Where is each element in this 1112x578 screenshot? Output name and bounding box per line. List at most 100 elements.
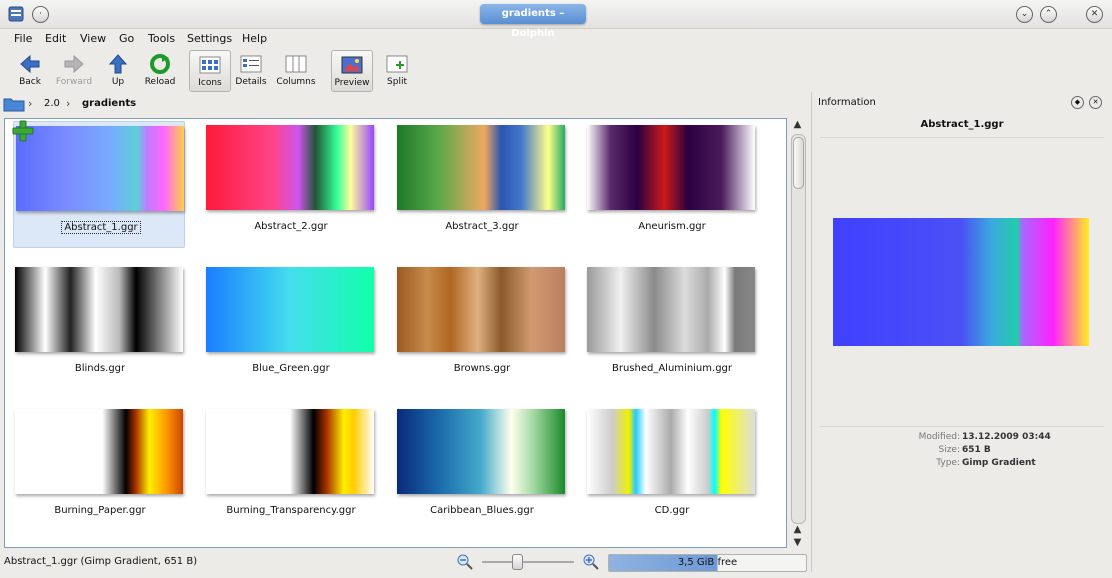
preview-toggle-button[interactable]: Preview	[331, 50, 373, 92]
reload-button[interactable]: Reload	[140, 50, 180, 90]
meta-type-label: Type:	[936, 458, 960, 468]
close-button[interactable]: ✕	[1086, 6, 1103, 23]
gradient-thumbnail	[206, 409, 374, 494]
file-preview	[833, 218, 1089, 346]
file-item[interactable]: Browns.ggr	[395, 263, 565, 388]
file-name: Blue_Green.ggr	[252, 363, 330, 374]
menu-view[interactable]: View	[80, 32, 106, 45]
free-space-bar[interactable]: 3,5 GiB free	[608, 554, 807, 572]
file-item[interactable]: Abstract_2.ggr	[204, 121, 374, 246]
app-menu-icon[interactable]	[8, 6, 24, 22]
file-item[interactable]: Brushed_Aluminium.ggr	[585, 263, 755, 388]
file-name: CD.ggr	[654, 505, 690, 516]
breadcrumb-parent[interactable]: 2.0	[44, 98, 60, 109]
breadcrumb-current[interactable]: gradients	[82, 98, 136, 109]
file-name: Caribbean_Blues.ggr	[430, 505, 534, 516]
file-name: Browns.ggr	[453, 363, 511, 374]
minimize-button[interactable]: ⌄	[1016, 6, 1033, 23]
status-text: Abstract_1.ggr (Gimp Gradient, 651 B)	[4, 556, 198, 567]
file-item[interactable]: Abstract_3.ggr	[395, 121, 565, 246]
columns-view-icon	[285, 55, 307, 73]
columns-view-button[interactable]: Columns	[276, 50, 316, 90]
forward-button[interactable]: Forward	[54, 50, 94, 90]
scroll-thumb[interactable]	[793, 137, 804, 189]
window-title: gradients – Dolphin	[480, 4, 586, 39]
preview-icon	[341, 56, 363, 74]
file-item[interactable]: Blinds.ggr	[13, 263, 183, 388]
panel-close-icon[interactable]: ✕	[1089, 96, 1102, 109]
gradient-thumbnail	[15, 409, 183, 494]
sticky-icon[interactable]: ·	[32, 6, 49, 23]
gradient-thumbnail	[16, 126, 184, 211]
scroll-down-icon[interactable]: ▼	[791, 536, 804, 549]
panel-divider	[820, 426, 1104, 427]
gradient-thumbnail	[15, 267, 183, 352]
main-toolbar: Back Forward Up Reload Icons Details Col…	[0, 48, 1112, 92]
status-bar: Abstract_1.ggr (Gimp Gradient, 651 B) 3,…	[0, 550, 808, 574]
menu-edit[interactable]: Edit	[45, 32, 66, 45]
scroll-track[interactable]	[791, 134, 806, 524]
gradient-thumbnail	[587, 409, 755, 494]
panel-float-icon[interactable]: ◆	[1071, 96, 1084, 109]
menu-settings[interactable]: Settings	[187, 32, 232, 45]
breadcrumb-separator-icon: ›	[66, 97, 71, 110]
zoom-out-icon[interactable]	[457, 554, 473, 570]
file-name: Abstract_1.ggr	[14, 221, 188, 234]
gradient-thumbnail	[397, 409, 565, 494]
scroll-up-icon[interactable]: ▲	[791, 523, 804, 536]
gradient-thumbnail	[587, 125, 755, 210]
meta-size-value: 651 B	[962, 445, 991, 455]
menu-file[interactable]: File	[14, 32, 32, 45]
details-view-button[interactable]: Details	[231, 50, 271, 90]
gradient-thumbnail	[587, 267, 755, 352]
file-item[interactable]: Caribbean_Blues.ggr	[395, 405, 565, 530]
panel-divider	[820, 137, 1104, 138]
gradient-thumbnail	[397, 267, 565, 352]
details-view-icon	[240, 55, 262, 73]
file-name: Burning_Transparency.ggr	[226, 505, 356, 516]
file-name: Blinds.ggr	[74, 363, 126, 374]
menu-tools[interactable]: Tools	[148, 32, 175, 45]
selected-file-name: Abstract_1.ggr	[920, 119, 1004, 130]
scroll-up-icon[interactable]: ▲	[791, 118, 804, 131]
vertical-scrollbar[interactable]: ▲ ▲ ▼	[789, 118, 806, 548]
up-button[interactable]: Up	[98, 50, 138, 90]
information-panel: Information ◆ ✕ Abstract_1.ggr Modified:…	[811, 92, 1112, 572]
forward-arrow-icon	[64, 54, 84, 74]
file-item[interactable]: Blue_Green.ggr	[204, 263, 374, 388]
zoom-slider-handle[interactable]	[512, 554, 523, 570]
file-item[interactable]: Abstract_1.ggr	[12, 120, 188, 248]
meta-modified-value: 13.12.2009 03:44	[962, 432, 1051, 442]
icons-view-icon	[199, 56, 221, 74]
breadcrumb: › 2.0 › gradients	[0, 94, 808, 114]
file-item[interactable]: Burning_Transparency.ggr	[204, 405, 374, 530]
back-button[interactable]: Back	[10, 50, 50, 90]
file-name: Aneurism.ggr	[638, 221, 706, 232]
file-item[interactable]: CD.ggr	[585, 405, 755, 530]
menu-go[interactable]: Go	[119, 32, 134, 45]
file-name: Abstract_3.ggr	[445, 221, 519, 232]
select-plus-icon[interactable]	[12, 120, 34, 142]
free-space-label: 3,5 GiB free	[677, 557, 738, 568]
panel-title: Information	[818, 97, 876, 108]
split-view-button[interactable]: Split	[377, 50, 417, 90]
zoom-slider-track[interactable]	[482, 561, 574, 563]
file-item[interactable]: Aneurism.ggr	[585, 121, 755, 246]
meta-type-value: Gimp Gradient	[962, 458, 1036, 468]
file-metadata: Modified: 13.12.2009 03:44 Size: 651 B T…	[812, 432, 1112, 492]
file-name: Brushed_Aluminium.ggr	[611, 363, 732, 374]
gradient-thumbnail	[397, 125, 565, 210]
zoom-in-icon[interactable]	[583, 554, 599, 570]
file-name: Abstract_2.ggr	[254, 221, 328, 232]
folder-icon[interactable]	[3, 96, 25, 112]
gradient-thumbnail	[206, 267, 374, 352]
icons-view-button[interactable]: Icons	[189, 50, 231, 92]
back-arrow-icon	[20, 54, 40, 74]
file-item[interactable]: Burning_Paper.ggr	[13, 405, 183, 530]
breadcrumb-separator-icon: ›	[28, 97, 33, 110]
split-icon	[386, 55, 408, 73]
file-icon-view[interactable]: Abstract_1.ggr Abstract_2.ggr Abstract_3.g…	[4, 118, 787, 548]
maximize-button[interactable]: ⌃	[1040, 6, 1057, 23]
reload-icon	[150, 54, 170, 74]
menu-help[interactable]: Help	[242, 32, 267, 45]
